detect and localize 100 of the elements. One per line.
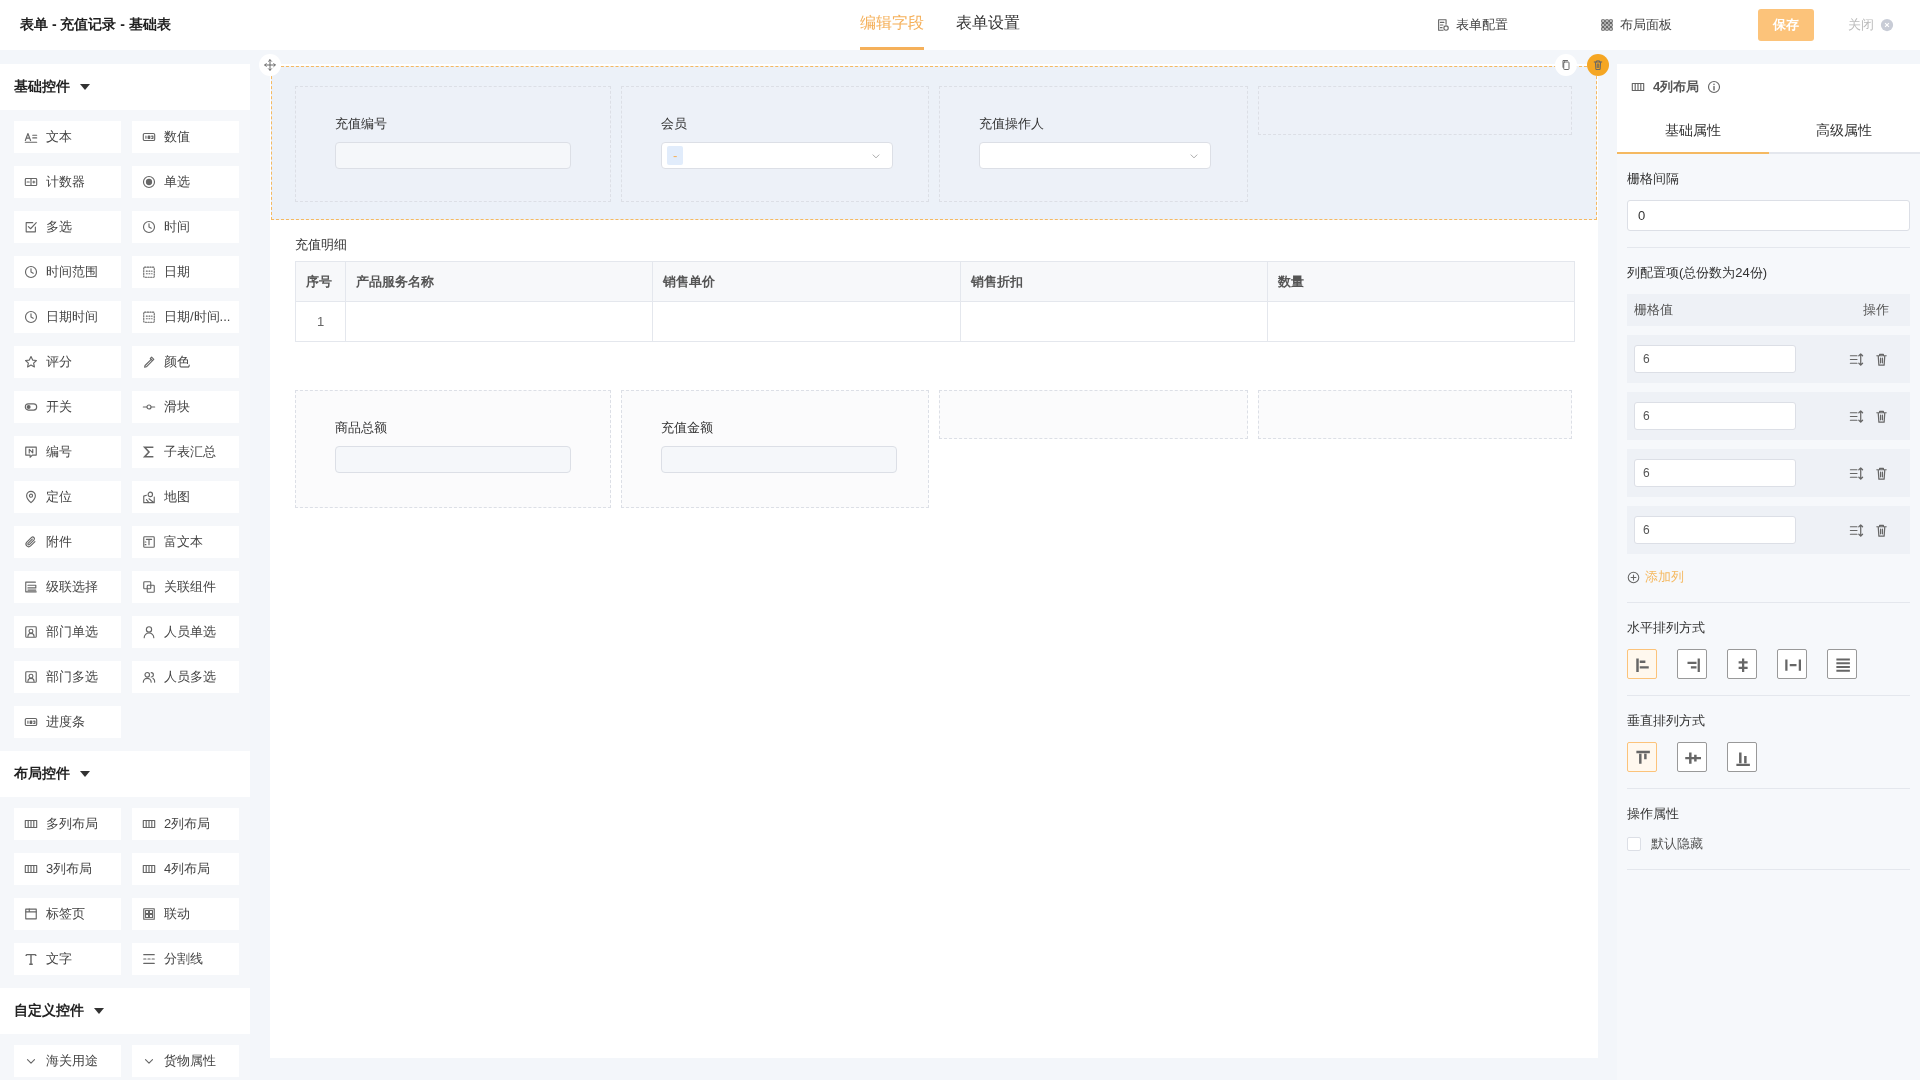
form-config-button[interactable]: 表单配置	[1430, 15, 1514, 35]
alignment-button[interactable]	[1777, 649, 1807, 679]
align-top-icon	[1633, 748, 1651, 766]
people-icon	[142, 670, 156, 684]
widget-item[interactable]: 富文本	[132, 526, 239, 558]
select-field[interactable]	[979, 142, 1211, 169]
clock-icon	[142, 220, 156, 234]
field-label: 栅格间隔	[1627, 170, 1680, 188]
section-label: 操作属性	[1627, 805, 1680, 823]
widget-item[interactable]: 文本	[14, 121, 121, 153]
gutter-input[interactable]: 0	[1627, 200, 1910, 231]
widget-item[interactable]: 评分	[14, 346, 121, 378]
widget-item[interactable]: 多列布局	[14, 808, 121, 840]
input-field[interactable]	[335, 142, 571, 169]
section-label: 列配置项(总份数为24份)	[1627, 264, 1769, 282]
delete-icon[interactable]	[1587, 54, 1609, 76]
move-icon[interactable]	[259, 54, 281, 76]
document-copy-drawing	[1560, 59, 1572, 71]
checkbox[interactable]	[1627, 837, 1641, 851]
widget-item[interactable]: 日期	[132, 256, 239, 288]
column-span-input[interactable]: 6	[1634, 345, 1796, 373]
widget-item[interactable]: 日期/时间...	[132, 301, 239, 333]
widget-item[interactable]: 文字	[14, 943, 121, 975]
number-box-icon	[24, 715, 38, 729]
columns-icon	[142, 862, 156, 876]
widget-item[interactable]: 货物属性	[132, 1045, 239, 1077]
widget-item[interactable]: 联动	[132, 898, 239, 930]
column-header: 销售单价	[652, 261, 960, 302]
panel-title: 4列布局	[1653, 78, 1700, 96]
portrait-frame-icon	[24, 670, 38, 684]
field-label: 充值操作人	[979, 115, 1045, 133]
clock-icon	[24, 310, 38, 324]
alignment-button[interactable]	[1827, 649, 1857, 679]
columns-icon	[142, 817, 156, 831]
widget-item[interactable]: 时间	[132, 211, 239, 243]
number-box-icon	[142, 130, 156, 144]
calendar-icon	[142, 265, 156, 279]
sigma-icon	[142, 445, 156, 459]
column-span-input[interactable]: 6	[1634, 402, 1796, 430]
radio-icon	[142, 175, 156, 189]
tab[interactable]: 高级属性	[1768, 110, 1920, 154]
info-icon	[1707, 80, 1722, 94]
widget-item[interactable]: 日期时间	[14, 301, 121, 333]
widget-item[interactable]: 部门单选	[14, 616, 121, 648]
layout-panel-button[interactable]: 布局面板	[1594, 15, 1678, 35]
input-field[interactable]	[661, 446, 897, 473]
columns-icon	[24, 862, 38, 876]
alignment-button[interactable]	[1627, 742, 1657, 772]
widget-item[interactable]: 2列布局	[132, 808, 239, 840]
widget-item[interactable]: 4列布局	[132, 853, 239, 885]
widget-item[interactable]: 地图	[132, 481, 239, 513]
widget-item[interactable]: 级联选择	[14, 571, 121, 603]
widget-item[interactable]: 编号	[14, 436, 121, 468]
alignment-button[interactable]	[1727, 742, 1757, 772]
widget-item[interactable]: 人员单选	[132, 616, 239, 648]
tab[interactable]: 表单设置	[956, 0, 1020, 50]
widget-item[interactable]: 数值	[132, 121, 239, 153]
section-header[interactable]: 布局控件	[0, 751, 250, 797]
section-label: 垂直排列方式	[1627, 712, 1706, 730]
widget-item[interactable]: 进度条	[14, 706, 121, 738]
trash-icon	[1874, 522, 1889, 538]
widget-item[interactable]: 标签页	[14, 898, 121, 930]
column-span-input[interactable]: 6	[1634, 459, 1796, 487]
alignment-button[interactable]	[1677, 649, 1707, 679]
close-icon	[1880, 18, 1894, 32]
alignment-button[interactable]	[1627, 649, 1657, 679]
input-field[interactable]	[335, 446, 571, 473]
section-header[interactable]: 自定义控件	[0, 988, 250, 1034]
field-label: 会员	[661, 115, 688, 133]
copy-icon[interactable]	[1555, 54, 1577, 76]
widget-item[interactable]: 分割线	[132, 943, 239, 975]
widget-item[interactable]: 开关	[14, 391, 121, 423]
section-label: 水平排列方式	[1627, 619, 1706, 637]
widget-item[interactable]: 多选	[14, 211, 121, 243]
widget-item[interactable]: 3列布局	[14, 853, 121, 885]
column-span-input[interactable]: 6	[1634, 516, 1796, 544]
columns-icon	[24, 817, 38, 831]
widget-item[interactable]: 颜色	[132, 346, 239, 378]
alignment-button[interactable]	[1727, 649, 1757, 679]
widget-item[interactable]: 时间范围	[14, 256, 121, 288]
alignment-button[interactable]	[1677, 742, 1707, 772]
portrait-frame-icon	[24, 625, 38, 639]
align-left-icon	[1633, 655, 1651, 673]
section-title: 布局控件	[14, 765, 70, 783]
widget-item[interactable]: 单选	[132, 166, 239, 198]
column-header: 操作	[1863, 301, 1889, 319]
tab[interactable]: 基础属性	[1617, 110, 1769, 154]
widget-item[interactable]: 人员多选	[132, 661, 239, 693]
section-header[interactable]: 基础控件	[0, 64, 250, 110]
widget-item[interactable]: 附件	[14, 526, 121, 558]
widget-item[interactable]: 部门多选	[14, 661, 121, 693]
widget-item[interactable]: 子表汇总	[132, 436, 239, 468]
column-layout[interactable]: 充值编号 会员 - 充值操作人	[271, 66, 1597, 220]
column-layout[interactable]: 商品总额 充值金额	[271, 370, 1597, 526]
widget-item[interactable]: 滑块	[132, 391, 239, 423]
widget-item[interactable]: 海关用途	[14, 1045, 121, 1077]
widget-item[interactable]: 定位	[14, 481, 121, 513]
widget-item[interactable]: 关联组件	[132, 571, 239, 603]
star-icon	[24, 355, 38, 369]
widget-item[interactable]: 计数器	[14, 166, 121, 198]
